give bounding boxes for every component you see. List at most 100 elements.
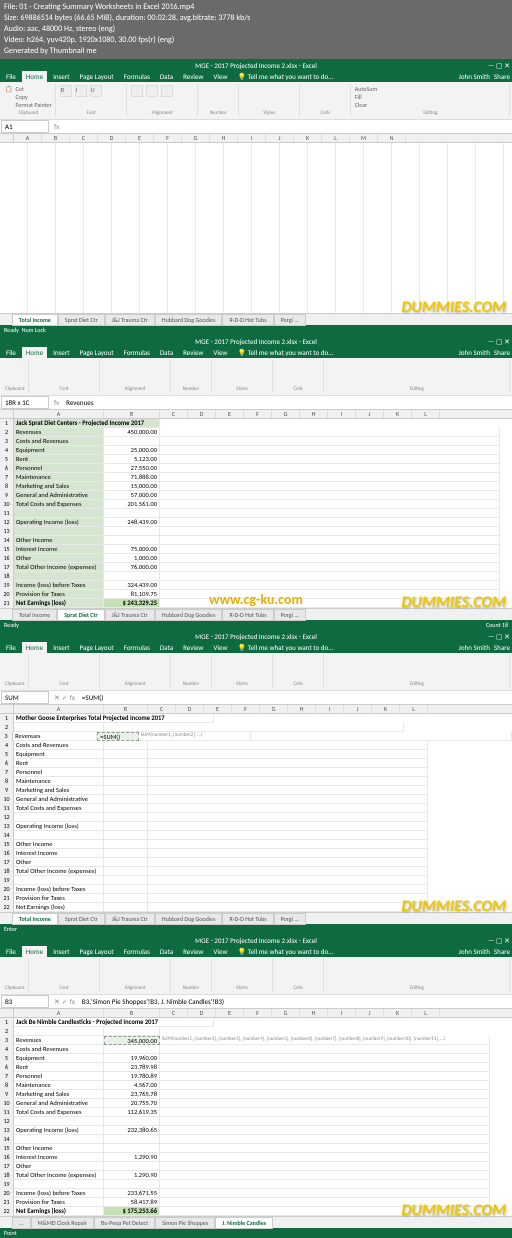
window-controls[interactable]: — ▢ ✕ <box>488 936 510 945</box>
spreadsheet-grid[interactable] <box>0 143 512 313</box>
italic-button[interactable]: I <box>75 85 87 97</box>
sheet-tab[interactable]: J&J Trauma Ctr <box>105 314 155 326</box>
tab-review[interactable]: Review <box>179 71 207 82</box>
tab-data[interactable]: Data <box>156 347 177 358</box>
confirm-icon[interactable]: ✓ <box>62 693 68 702</box>
spreadsheet-grid[interactable]: 1Jack Be Nimble Candlesticks - Projected… <box>0 1018 512 1216</box>
sheet-tab[interactable]: Hubbard Dog Goodies <box>155 314 223 326</box>
sheet-tab[interactable]: Total Income <box>12 609 57 621</box>
col-d[interactable]: D <box>98 134 126 142</box>
user[interactable]: John Smith <box>459 947 490 956</box>
cancel-icon[interactable]: ✕ <box>54 997 60 1006</box>
tab-file[interactable]: File <box>2 347 20 358</box>
name-box[interactable]: SUM <box>1 691 49 704</box>
window-controls[interactable]: — ▢ ✕ <box>488 632 510 641</box>
formula-input[interactable]: B3,'Simon Pie Shoppes'!B3, J. Nimble Can… <box>79 996 512 1007</box>
tab-formulas[interactable]: Formulas <box>120 347 154 358</box>
fx-icon[interactable]: fx <box>54 122 59 131</box>
col-l[interactable]: L <box>322 134 350 142</box>
tab-review[interactable]: Review <box>179 347 207 358</box>
tab-file[interactable]: File <box>2 946 20 957</box>
tellme[interactable]: 💡 Tell me what you want to do... <box>233 71 337 82</box>
formula-input[interactable] <box>63 126 512 128</box>
sheet-tab[interactable]: Porgi ... <box>274 609 306 621</box>
spreadsheet-grid[interactable]: 1Jack Sprat Diet Centers - Projected Inc… <box>0 419 512 608</box>
sheet-tab[interactable]: R-D-D Hot Tubs <box>222 913 273 925</box>
tab-view[interactable]: View <box>209 642 231 653</box>
sheet-tab[interactable]: Sprat Diet Ctr <box>58 913 105 925</box>
tab-home[interactable]: Home <box>22 946 47 957</box>
name-box[interactable]: 18R x 1C <box>1 396 49 409</box>
tab-data[interactable]: Data <box>156 642 177 653</box>
col-f[interactable]: F <box>154 134 182 142</box>
tab-insert[interactable]: Insert <box>49 946 73 957</box>
format-painter[interactable]: Format Painter <box>15 101 51 109</box>
name-box[interactable]: B3 <box>1 995 49 1008</box>
user[interactable]: John Smith <box>459 72 490 81</box>
merge-button[interactable] <box>161 85 173 97</box>
col-m[interactable]: M <box>350 134 378 142</box>
paste-button[interactable]: 📋 <box>5 85 12 109</box>
col-e[interactable]: E <box>126 134 154 142</box>
sheet-tab[interactable]: Sprat Diet Ctr <box>58 314 105 326</box>
col-k[interactable]: K <box>294 134 322 142</box>
sheet-tab[interactable]: Hubbard Dog Goodies <box>155 913 223 925</box>
share-button[interactable]: Share <box>494 643 510 652</box>
col-n[interactable]: N <box>378 134 406 142</box>
tab-view[interactable]: View <box>209 946 231 957</box>
tab-data[interactable]: Data <box>156 946 177 957</box>
col-c[interactable]: C <box>70 134 98 142</box>
tab-home[interactable]: Home <box>22 347 47 358</box>
autosum[interactable]: AutoSum <box>355 85 506 93</box>
fx-icon[interactable]: fx <box>54 398 59 407</box>
fx-icon[interactable]: fx <box>70 997 75 1006</box>
formula-input[interactable]: Revenues <box>63 397 512 408</box>
sheet-tab[interactable]: J&J Trauma Ctr <box>105 913 155 925</box>
share-button[interactable]: Share <box>494 348 510 357</box>
fill[interactable]: Fill <box>355 93 506 101</box>
clear[interactable]: Clear <box>355 101 506 109</box>
tab-home[interactable]: Home <box>22 642 47 653</box>
sheet-tab[interactable]: J&J Trauma Ctr <box>105 609 155 621</box>
tab-view[interactable]: View <box>209 347 231 358</box>
underline-button[interactable]: U <box>90 85 102 97</box>
sheet-tab[interactable]: Total Income <box>12 913 58 925</box>
align-center[interactable] <box>146 85 158 97</box>
sheet-tab[interactable]: R-D-D Hot Tubs <box>222 609 273 621</box>
user[interactable]: John Smith <box>459 348 490 357</box>
tab-pagelayout[interactable]: Page Layout <box>76 642 118 653</box>
tab-insert[interactable]: Insert <box>49 347 73 358</box>
tab-formulas[interactable]: Formulas <box>120 642 154 653</box>
tab-formulas[interactable]: Formulas <box>120 946 154 957</box>
col-h[interactable]: H <box>210 134 238 142</box>
sheet-tab[interactable]: Hubbard Dog Goodies <box>155 609 223 621</box>
sheet-tab[interactable]: Simon Pie Shoppes <box>155 1217 215 1229</box>
window-controls[interactable]: — ▢ ✕ <box>488 337 510 346</box>
sheet-tab[interactable]: Porgi ... <box>274 314 306 326</box>
user[interactable]: John Smith <box>459 643 490 652</box>
bold-button[interactable]: B <box>60 85 72 97</box>
spreadsheet-grid[interactable]: 1Mother Goose Enterprises Total Projecte… <box>0 714 512 912</box>
tab-data[interactable]: Data <box>156 71 177 82</box>
tab-review[interactable]: Review <box>179 642 207 653</box>
confirm-icon[interactable]: ✓ <box>62 997 68 1006</box>
tab-pagelayout[interactable]: Page Layout <box>76 71 118 82</box>
col-a[interactable]: A <box>14 134 42 142</box>
tab-insert[interactable]: Insert <box>49 642 73 653</box>
sheet-tab[interactable]: Bo-Peep Pet Detect <box>94 1217 155 1229</box>
sheet-tab[interactable]: Porgi ... <box>274 913 306 925</box>
name-box[interactable]: A1 <box>1 120 49 133</box>
col-i[interactable]: I <box>238 134 266 142</box>
tab-review[interactable]: Review <box>179 946 207 957</box>
align-left[interactable] <box>131 85 143 97</box>
tab-pagelayout[interactable]: Page Layout <box>76 946 118 957</box>
fx-icon[interactable]: fx <box>70 693 75 702</box>
tab-pagelayout[interactable]: Page Layout <box>76 347 118 358</box>
sheet-tab[interactable]: Sprat Diet Ctr <box>57 609 104 621</box>
tellme[interactable]: 💡 Tell me what you want to do... <box>233 946 337 957</box>
sheet-tab[interactable]: Total Income <box>12 314 58 326</box>
share-button[interactable]: Share <box>494 947 510 956</box>
cut-button[interactable]: Cut <box>15 85 51 93</box>
tab-formulas[interactable]: Formulas <box>120 71 154 82</box>
formula-input[interactable]: =SUM() <box>79 692 512 703</box>
